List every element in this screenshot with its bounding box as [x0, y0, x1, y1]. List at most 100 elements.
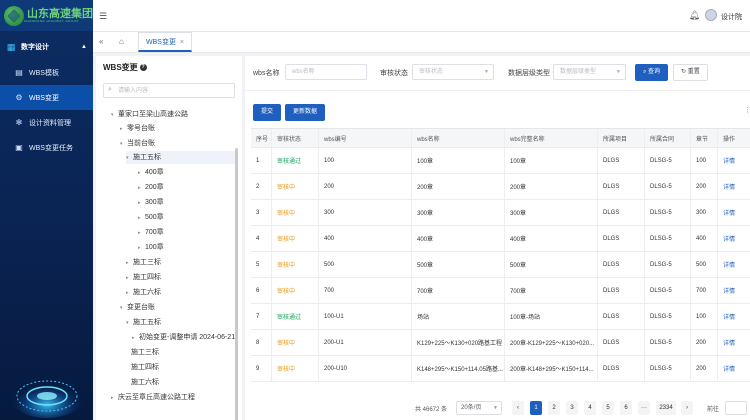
cell-index: 2	[256, 183, 260, 190]
tree-node[interactable]: ▸ 500章	[138, 211, 164, 224]
next-page-button[interactable]: ›	[681, 401, 693, 415]
tab-label: WBS变更	[146, 39, 176, 46]
update-data-button[interactable]: 更新数据	[285, 104, 326, 121]
tree-node[interactable]: ▸ 施工四标	[126, 271, 161, 284]
tree-node-label: 初始变更-调整申请 2024-06-21	[139, 334, 236, 341]
goto-page-input[interactable]	[725, 401, 747, 415]
tree-node[interactable]: 施工四标	[131, 361, 159, 374]
tree-node[interactable]: ▾ 施工五标	[126, 316, 161, 329]
table-row: 2 审核中 200 200章 200章 DLGS DLSG-5 200 详情	[251, 174, 750, 200]
tree-node[interactable]: ▸ 施工三标	[126, 256, 161, 269]
page-4[interactable]: 4	[584, 401, 596, 415]
help-icon[interactable]: ?	[139, 64, 147, 72]
goto-label: 前往	[707, 407, 720, 413]
cell-index: 8	[256, 339, 260, 346]
caret-down-icon: ▾	[120, 141, 123, 147]
cell-wbs-fullname: 100章	[504, 148, 597, 173]
sidebar-item-wbs-template[interactable]: ▤ WBS模板	[0, 60, 93, 85]
bell-icon[interactable]: 🔔︎	[689, 10, 700, 21]
data-type-placeholder: 数据层级类型	[560, 69, 597, 75]
detail-link[interactable]: 详情	[717, 148, 750, 173]
page-ellipsis[interactable]: ···	[638, 401, 650, 415]
cell-status: 审核中	[271, 252, 318, 277]
data-type-select[interactable]: 数据层级类型 ▼	[553, 64, 626, 80]
status-select[interactable]: 审核状态 ▼	[412, 64, 494, 80]
cell-project: DLGS	[597, 200, 644, 225]
page-1[interactable]: 1	[530, 401, 542, 415]
tree-node-label: 施工四标	[133, 274, 161, 281]
avatar[interactable]	[705, 9, 717, 21]
tree-node-selected[interactable]: ▾ 施工五标	[126, 151, 238, 164]
caret-right-icon: ▸	[132, 335, 135, 341]
tree-node[interactable]: ▸ 200章	[138, 181, 164, 194]
sidebar-item-wbs-change-task[interactable]: ▣ WBS变更任务	[0, 135, 93, 160]
tree-node[interactable]: ▸ 300章	[138, 196, 164, 209]
search-icon: ⌕	[108, 86, 112, 93]
sidebar-item-design-docs[interactable]: ✻ 设计资料管理	[0, 110, 93, 135]
cell-project: DLGS	[597, 278, 644, 303]
page-2[interactable]: 2	[548, 401, 560, 415]
tree-node[interactable]: ▸ 初始变更-调整申请 2024-06-21	[132, 331, 235, 344]
detail-link[interactable]: 详情	[717, 330, 750, 355]
grid-icon: ▦	[6, 42, 16, 52]
submit-button[interactable]: 提交	[253, 104, 282, 121]
page-last[interactable]: 2334	[656, 401, 676, 415]
tree-scrollbar[interactable]	[235, 148, 238, 420]
cell-wbs-fullname: 200章-K148+295～K150+114...	[504, 356, 597, 381]
tree-node[interactable]: ▸ 100章	[138, 241, 164, 254]
chevron-down-icon: ▼	[616, 69, 621, 75]
caret-right-icon: ▸	[126, 260, 129, 266]
detail-link[interactable]: 详情	[717, 252, 750, 277]
cell-chapter: 100	[690, 304, 717, 329]
tree-search-input[interactable]	[118, 85, 228, 97]
hierarchy-icon: ⚙	[15, 93, 23, 102]
sidebar-group-digital-design[interactable]: ▦ 数字设计 ▲	[0, 34, 93, 60]
detail-link[interactable]: 详情	[717, 174, 750, 199]
column-settings-icon[interactable]: ⋮	[744, 106, 750, 114]
page-size-select[interactable]: 20条/页 ▼	[456, 401, 502, 415]
tree-node[interactable]: ▾ 董家口至梁山高速公路	[111, 108, 188, 121]
tree-node-label: 董家口至梁山高速公路	[118, 111, 188, 118]
tree-node-label: 当前台账	[127, 140, 155, 147]
sidebar-item-wbs-change[interactable]: ⚙ WBS变更	[0, 85, 93, 110]
home-icon[interactable]: ⌂	[119, 37, 124, 46]
reset-button[interactable]: ↻ 重置	[673, 64, 708, 81]
tab-wbs-change[interactable]: WBS变更 ×	[138, 32, 193, 52]
detail-link[interactable]: 详情	[717, 356, 750, 381]
caret-down-icon: ▾	[126, 155, 129, 161]
user-name[interactable]: 设计院	[721, 12, 742, 22]
tree-panel: WBS变更? ⌕ ▾ 董家口至梁山高速公路 ▸ 零号台账 ▾ 当前台账 ▾ 施工五标 ▸…	[96, 56, 242, 420]
detail-link[interactable]: 详情	[717, 226, 750, 251]
tree-node[interactable]: ▸ 庆云至章丘高速公路工程	[111, 391, 195, 404]
double-chevron-left-icon[interactable]: «	[99, 37, 103, 46]
detail-link[interactable]: 详情	[717, 200, 750, 225]
table-header-row: 序号 审核状态 wbs编号 wbs名称 wbs完整名称 所属项目 所属合同 章节…	[251, 129, 750, 148]
cell-project: DLGS	[597, 330, 644, 355]
tree-node-label: 300章	[145, 199, 164, 206]
tree-node[interactable]: ▸ 施工六标	[126, 286, 161, 299]
tree-node[interactable]: 施工三标	[131, 346, 159, 359]
tree-node[interactable]: 施工六标	[131, 376, 159, 389]
tree-node[interactable]: ▾ 变更台账	[120, 301, 155, 314]
table-row: 6 审核中 700 700章 700章 DLGS DLSG-5 700 详情	[251, 278, 750, 304]
tree-node[interactable]: ▸ 零号台账	[120, 122, 155, 135]
cell-wbs-name: 700章	[411, 278, 504, 303]
tree-node[interactable]: ▾ 当前台账	[120, 137, 155, 150]
close-icon[interactable]: ×	[180, 39, 184, 46]
detail-link[interactable]: 详情	[717, 304, 750, 329]
cell-chapter: 200	[690, 356, 717, 381]
tree-node[interactable]: ▸ 400章	[138, 166, 164, 179]
page-5[interactable]: 5	[602, 401, 614, 415]
search-button[interactable]: ⌕ 查询	[635, 64, 669, 81]
prev-page-button[interactable]: ‹	[512, 401, 524, 415]
sidebar-group-label: 数字设计	[21, 44, 49, 51]
page-3[interactable]: 3	[566, 401, 578, 415]
detail-link[interactable]: 详情	[717, 278, 750, 303]
page-6[interactable]: 6	[620, 401, 632, 415]
tree-node-label: 施工四标	[131, 364, 159, 371]
wbs-name-input[interactable]: wbs名称	[285, 64, 367, 80]
menu-toggle-icon[interactable]: ☰	[99, 11, 107, 22]
cell-wbs-code: 400	[318, 226, 411, 251]
cell-index: 5	[256, 261, 260, 268]
tree-node[interactable]: ▸ 700章	[138, 226, 164, 239]
